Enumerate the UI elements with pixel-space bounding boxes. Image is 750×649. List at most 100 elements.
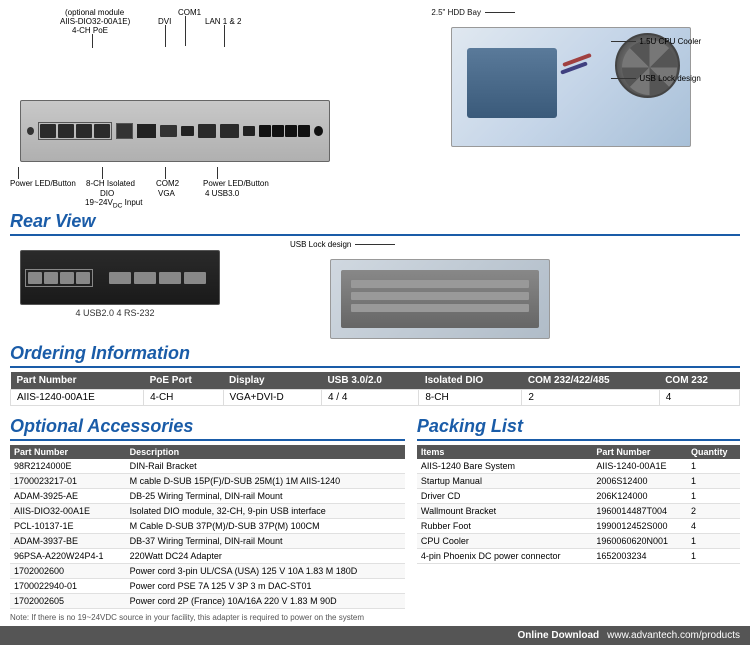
rear-panel <box>20 250 220 305</box>
packing-cell-1: 2006S12400 <box>592 474 687 489</box>
com2-port <box>243 126 255 136</box>
packing-cell-2: 2 <box>687 504 740 519</box>
rear-usb-1 <box>28 272 42 284</box>
packing-cell-0: CPU Cooler <box>417 534 593 549</box>
accessory-cell-1: M Cable D-SUB 37P(M)/D-SUB 37P(M) 100CM <box>126 519 405 534</box>
accessory-cell-1: Isolated DIO module, 32-CH, 9-pin USB in… <box>126 504 405 519</box>
audio-port <box>314 126 323 136</box>
accessory-cell-1: DIN-Rail Bracket <box>126 459 405 474</box>
packing-row: Driver CD206K1240001 <box>417 489 740 504</box>
packing-cell-0: AIIS-1240 Bare System <box>417 459 593 474</box>
packing-table: Items Part Number Quantity AIIS-1240 Bar… <box>417 445 740 564</box>
rear-serial-1 <box>109 272 131 284</box>
lan2-port <box>220 124 239 138</box>
col-poe-port: PoE Port <box>144 372 223 390</box>
usb3-port-3 <box>285 125 297 137</box>
rack-unit-visual <box>341 270 539 328</box>
label-usb-lock-rear: USB Lock design <box>290 240 351 249</box>
rear-usb-4 <box>76 272 90 284</box>
page: (optional module AIIS-DIO32-00A1E) 4-CH … <box>0 0 750 649</box>
ordering-cell-2: VGA+DVI-D <box>223 390 321 406</box>
led-button-port <box>27 127 34 135</box>
usb3-port-4 <box>298 125 310 137</box>
packing-heading: Packing List <box>417 416 740 441</box>
col-com-422: COM 232/422/485 <box>522 372 659 390</box>
accessory-cell-0: 1700023217-01 <box>10 474 126 489</box>
usb3-port-1 <box>259 125 271 137</box>
accessory-cell-0: PCL-10137-1E <box>10 519 126 534</box>
accessory-cell-0: ADAM-3925-AE <box>10 489 126 504</box>
download-url[interactable]: www.advantech.com/products <box>607 630 740 641</box>
label-com1: COM1 <box>178 8 201 17</box>
accessory-row: 1702002605Power cord 2P (France) 10A/16A… <box>10 594 405 609</box>
col-com-232: COM 232 <box>659 372 739 390</box>
packing-cell-2: 1 <box>687 474 740 489</box>
label-19-24v: 19~24VDC Input <box>85 198 142 210</box>
accessory-cell-1: Power cord 2P (France) 10A/16A 220 V 1.8… <box>126 594 405 609</box>
accessory-row: 1700022940-01Power cord PSE 7A 125 V 3P … <box>10 579 405 594</box>
label-power-led: Power LED/Button <box>10 179 76 188</box>
hdd-bay-visual <box>467 48 557 118</box>
right-annotation-usb: USB Lock design <box>611 74 711 83</box>
rear-usb-2 <box>44 272 58 284</box>
accessory-cell-0: 1702002605 <box>10 594 126 609</box>
front-diagram: (optional module AIIS-DIO32-00A1E) 4-CH … <box>10 8 421 205</box>
accessory-cell-0: 1700022940-01 <box>10 579 126 594</box>
pack-col-qty: Quantity <box>687 445 740 459</box>
accessory-cell-0: 98R2124000E <box>10 459 126 474</box>
download-label: Online Download <box>517 630 599 641</box>
rear-view-heading: Rear View <box>10 211 740 236</box>
accessory-cell-1: Power cord PSE 7A 125 V 3P 3 m DAC-ST01 <box>126 579 405 594</box>
poe-port-1 <box>40 124 56 138</box>
rear-usb-3 <box>60 272 74 284</box>
usb3-port-2 <box>272 125 284 137</box>
dio-connector <box>116 123 133 139</box>
rear-view-section: Rear View <box>10 211 740 339</box>
accessory-cell-0: 96PSA-A220W24P4-1 <box>10 549 126 564</box>
label-com2: COM2 <box>156 179 179 188</box>
label-4usb30: 4 USB3.0 <box>205 189 239 198</box>
packing-row: CPU Cooler1960060620N0011 <box>417 534 740 549</box>
col-display: Display <box>223 372 321 390</box>
ordering-heading: Ordering Information <box>10 343 740 368</box>
label-8ch-isolated: 8-CH Isolated <box>86 179 135 188</box>
accessories-heading: Optional Accessories <box>10 416 405 441</box>
rear-serial-4 <box>184 272 206 284</box>
accessory-row: ADAM-3937-BEDB-37 Wiring Terminal, DIN-r… <box>10 534 405 549</box>
accessory-cell-1: Power cord 3-pin UL/CSA (USA) 125 V 10A … <box>126 564 405 579</box>
rear-right-area: USB Lock design <box>290 240 550 339</box>
packing-cell-2: 1 <box>687 459 740 474</box>
accessory-cell-1: M cable D-SUB 15P(F)/D-SUB 25M(1) 1M AII… <box>126 474 405 489</box>
accessory-row: 1700023217-01M cable D-SUB 15P(F)/D-SUB … <box>10 474 405 489</box>
ordering-table: Part Number PoE Port Display USB 3.0/2.0… <box>10 372 740 406</box>
com1-port <box>181 126 193 136</box>
packing-cell-0: 4-pin Phoenix DC power connector <box>417 549 593 564</box>
rear-bottom-label: 4 USB2.0 4 RS-232 <box>10 308 220 318</box>
pack-col-part: Part Number <box>592 445 687 459</box>
accessory-row: 96PSA-A220W24P4-1220Watt DC24 Adapter <box>10 549 405 564</box>
ordering-cell-6: 4 <box>659 390 739 406</box>
rear-serial-2 <box>134 272 156 284</box>
packing-cell-2: 1 <box>687 549 740 564</box>
col-part-number: Part Number <box>11 372 144 390</box>
packing-cell-1: 206K124000 <box>592 489 687 504</box>
packing-cell-0: Startup Manual <box>417 474 593 489</box>
poe-port-4 <box>94 124 110 138</box>
accessory-row: 1702002600Power cord 3-pin UL/CSA (USA) … <box>10 564 405 579</box>
label-aiis-dio32: AIIS-DIO32-00A1E) <box>60 17 130 26</box>
packing-cell-0: Wallmount Bracket <box>417 504 593 519</box>
accessory-cell-0: ADAM-3937-BE <box>10 534 126 549</box>
acc-col-part: Part Number <box>10 445 126 459</box>
ordering-section: Ordering Information Part Number PoE Por… <box>10 343 740 406</box>
ordering-cell-0: AIIS-1240-00A1E <box>11 390 144 406</box>
packing-cell-1: 1990012452S000 <box>592 519 687 534</box>
ordering-cell-3: 4 / 4 <box>321 390 418 406</box>
rear-serial-3 <box>159 272 181 284</box>
packing-cell-1: 1960060620N001 <box>592 534 687 549</box>
note-text: Note: If there is no 19~24VDC source in … <box>10 613 405 622</box>
packing-cell-1: 1652003234 <box>592 549 687 564</box>
pack-col-items: Items <box>417 445 593 459</box>
poe-port-3 <box>76 124 92 138</box>
right-annotation-cpu: 1.5U CPU Cooler <box>611 37 711 46</box>
ordering-cell-5: 2 <box>522 390 659 406</box>
